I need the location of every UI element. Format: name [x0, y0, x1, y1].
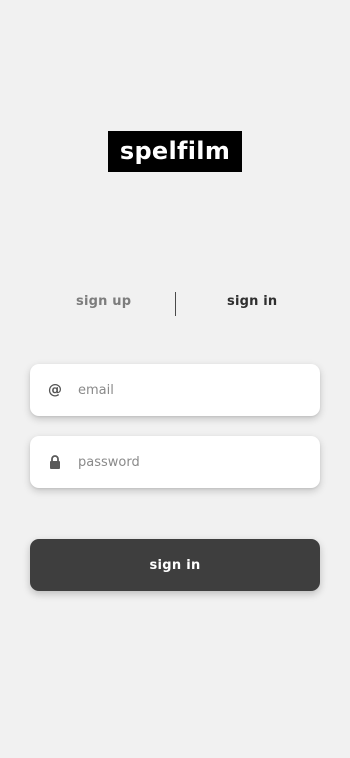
app-logo: spelfilm — [108, 131, 242, 172]
at-icon: @ — [48, 382, 62, 398]
tab-divider — [175, 292, 176, 316]
password-field[interactable] — [78, 436, 308, 488]
email-field[interactable] — [78, 364, 308, 416]
tab-sign-in[interactable]: sign in — [227, 294, 277, 309]
tab-sign-up[interactable]: sign up — [76, 294, 131, 309]
password-field-container — [30, 436, 320, 488]
sign-in-button[interactable]: sign in — [30, 539, 320, 591]
lock-icon — [47, 454, 63, 470]
auth-tabs: sign up sign in — [0, 290, 350, 316]
email-field-container: @ — [30, 364, 320, 416]
